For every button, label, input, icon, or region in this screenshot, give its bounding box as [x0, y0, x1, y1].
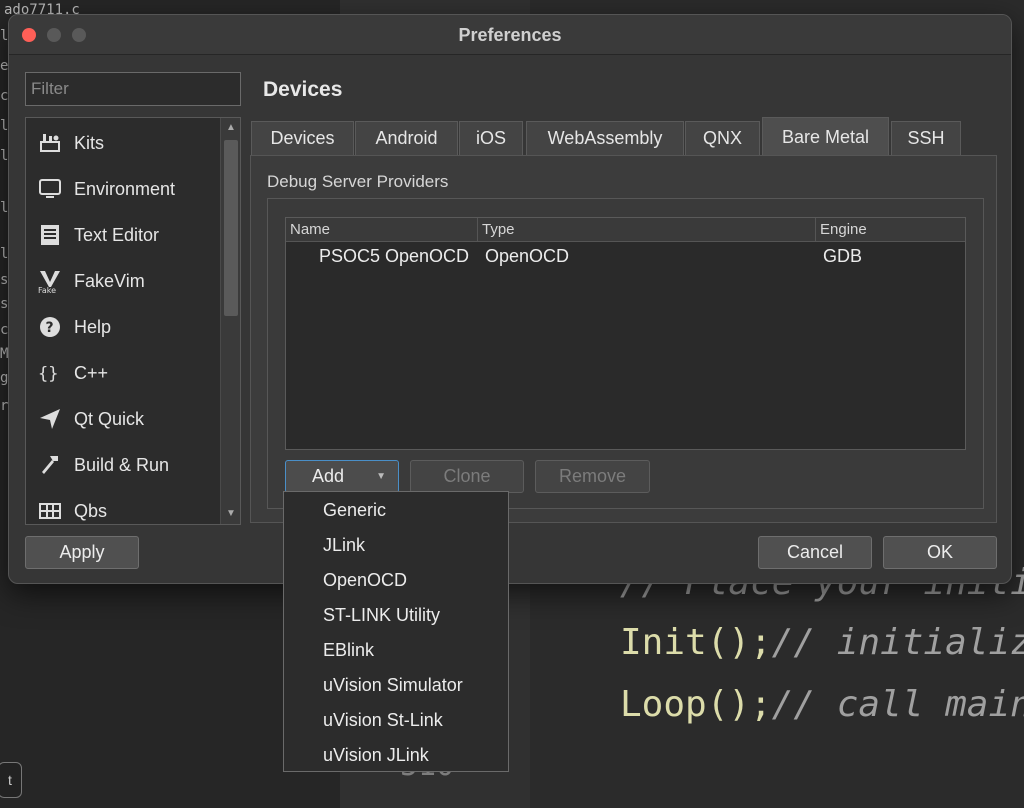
- qt-quick-icon: [26, 407, 74, 431]
- category-scrollbar[interactable]: ▲ ▼: [220, 118, 240, 524]
- svg-text:{}: {}: [38, 364, 58, 384]
- sidebar-item-text-editor[interactable]: Text Editor: [26, 212, 220, 258]
- menu-item-st-link-utility[interactable]: ST-LINK Utility: [323, 598, 440, 633]
- braces-icon: {}: [26, 361, 74, 385]
- code-function-call: Init();: [620, 622, 772, 663]
- cancel-button[interactable]: Cancel: [758, 536, 872, 569]
- svg-text:?: ?: [46, 320, 54, 336]
- tab-webassembly[interactable]: WebAssembly: [526, 121, 684, 155]
- sidebar-item-label: Qbs: [74, 500, 108, 521]
- monitor-icon: [26, 177, 74, 201]
- column-header-name[interactable]: Name: [286, 218, 478, 242]
- window-title: Preferences: [458, 25, 562, 45]
- help-icon: ?: [26, 315, 74, 339]
- page-title: Devices: [263, 78, 343, 101]
- sidebar-item-label: C++: [74, 362, 109, 383]
- fakevim-icon: Fake: [26, 268, 74, 294]
- chevron-down-icon: ▼: [376, 471, 386, 482]
- tab-bare-metal[interactable]: Bare Metal: [762, 117, 889, 156]
- sidebar-item-label: FakeVim: [74, 270, 145, 291]
- tab-qnx[interactable]: QNX: [685, 121, 760, 155]
- preferences-window: Preferences Kits Environment Text Editor…: [8, 14, 1012, 584]
- svg-text:Fake: Fake: [38, 286, 56, 294]
- tab-android[interactable]: Android: [355, 121, 458, 155]
- cell-engine: GDB: [823, 246, 863, 266]
- code-comment: // call main: [771, 684, 1024, 725]
- menu-item-eblink[interactable]: EBlink: [323, 633, 374, 668]
- title-bar: Preferences: [9, 15, 1011, 55]
- debug-server-providers-group: Name Type Engine PSOC5 OpenOCD OpenOCD G…: [267, 198, 984, 509]
- sidebar-item-label: Text Editor: [74, 224, 160, 245]
- cell-name: PSOC5 OpenOCD: [319, 246, 470, 266]
- background-small-button[interactable]: t: [0, 762, 22, 798]
- sidebar-item-fakevim[interactable]: Fake FakeVim: [26, 258, 220, 304]
- sidebar-item-qt-quick[interactable]: Qt Quick: [26, 396, 220, 442]
- column-header-type[interactable]: Type: [478, 218, 816, 242]
- tab-devices[interactable]: Devices: [251, 121, 354, 155]
- menu-item-generic[interactable]: Generic: [323, 493, 386, 528]
- qbs-icon: [26, 499, 74, 523]
- category-list: Kits Environment Text Editor Fake FakeVi…: [25, 117, 241, 525]
- providers-table: Name Type Engine PSOC5 OpenOCD OpenOCD G…: [285, 217, 966, 450]
- sidebar-item-build-run[interactable]: Build & Run: [26, 442, 220, 488]
- ok-button[interactable]: OK: [883, 536, 997, 569]
- sidebar-item-label: Help: [74, 316, 112, 337]
- menu-item-jlink[interactable]: JLink: [323, 528, 365, 563]
- sidebar-item-label: Environment: [74, 178, 176, 199]
- code-comment: // initializ: [771, 622, 1024, 663]
- column-header-engine[interactable]: Engine: [816, 218, 965, 242]
- sidebar-item-environment[interactable]: Environment: [26, 166, 220, 212]
- text-editor-icon: [26, 223, 74, 247]
- cell-type: OpenOCD: [485, 246, 570, 266]
- sidebar-item-label: Qt Quick: [74, 408, 145, 429]
- sidebar-item-help[interactable]: ? Help: [26, 304, 220, 350]
- filter-input[interactable]: [25, 72, 241, 106]
- menu-item-uvision-jlink[interactable]: uVision JLink: [323, 738, 429, 773]
- sidebar-item-cpp[interactable]: {} C++: [26, 350, 220, 396]
- clone-button[interactable]: Clone: [410, 460, 524, 493]
- tab-ios[interactable]: iOS: [459, 121, 523, 155]
- add-button[interactable]: Add ▼: [285, 460, 399, 493]
- scroll-down-icon[interactable]: ▼: [223, 506, 239, 522]
- sidebar-item-label: Build & Run: [74, 454, 170, 475]
- menu-item-openocd[interactable]: OpenOCD: [323, 563, 407, 598]
- menu-item-uvision-simulator[interactable]: uVision Simulator: [323, 668, 463, 703]
- menu-item-uvision-st-link[interactable]: uVision St-Link: [323, 703, 443, 738]
- add-provider-menu: Generic JLink OpenOCD ST-LINK Utility EB…: [283, 491, 509, 772]
- group-title: Debug Server Providers: [267, 172, 449, 191]
- background-code-line: Loop();// call main: [620, 684, 1024, 725]
- scrollbar-thumb[interactable]: [224, 140, 238, 316]
- kits-icon: [26, 131, 74, 155]
- bare-metal-panel: Debug Server Providers Name Type Engine …: [250, 155, 997, 523]
- sidebar-item-label: Kits: [74, 132, 105, 153]
- hammer-icon: [26, 453, 74, 477]
- tab-ssh[interactable]: SSH: [891, 121, 961, 155]
- sidebar-item-kits[interactable]: Kits: [26, 120, 220, 166]
- scroll-up-icon[interactable]: ▲: [223, 120, 239, 136]
- background-code-line: Init();// initializ: [620, 622, 1024, 663]
- sidebar-item-qbs[interactable]: Qbs: [26, 488, 220, 524]
- remove-button[interactable]: Remove: [535, 460, 650, 493]
- code-function-call: Loop();: [620, 684, 772, 725]
- apply-button[interactable]: Apply: [25, 536, 139, 569]
- add-button-label: Add: [311, 466, 345, 486]
